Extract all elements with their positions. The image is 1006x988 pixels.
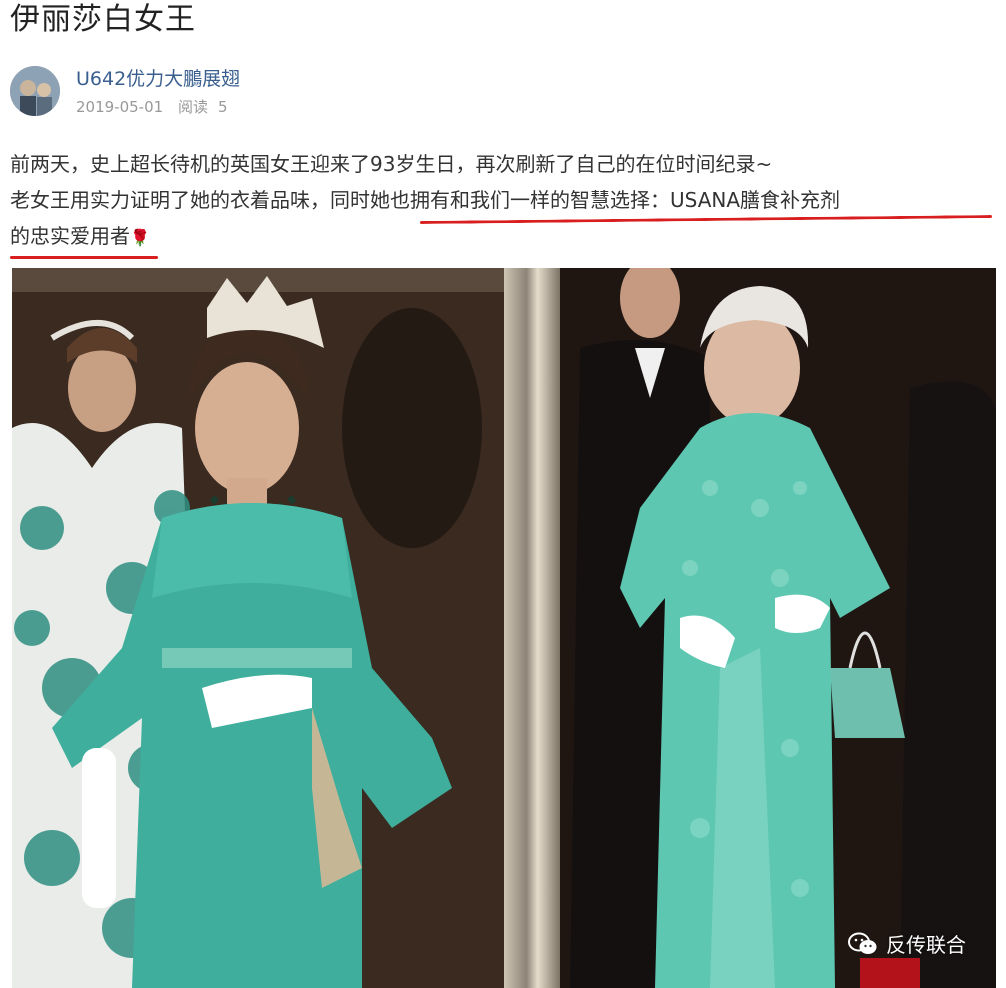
article-page: 伊丽莎白女王 U642优力大鵬展翅 2019-05-01 阅读 5 前两天，史上超…	[0, 0, 1006, 988]
photo-young-queen	[12, 268, 504, 988]
avatar[interactable]	[10, 66, 60, 116]
post-date: 2019-05-01	[76, 98, 164, 116]
wechat-icon	[848, 932, 877, 954]
watermark-text: 反传联合	[886, 933, 966, 957]
post-meta: 2019-05-01 阅读 5	[76, 96, 238, 117]
article-photo: 反传联合	[12, 268, 996, 988]
highlight-underline-2	[10, 256, 158, 259]
rose-emoji: 🌹	[130, 228, 150, 247]
paragraph-line-3: 的忠实爱用者🌹	[10, 218, 1000, 254]
author-name[interactable]: U642优力大鵬展翅	[76, 64, 240, 91]
read-label: 阅读	[177, 98, 208, 116]
photo-older-queen	[560, 268, 996, 988]
paragraph-line-2: 老女王用实力证明了她的衣着品味，同时她也拥有和我们一样的智慧选择：USANA膳食…	[10, 188, 841, 212]
article-body: 前两天，史上超长待机的英国女王迎来了93岁生日，再次刷新了自己的在位时间纪录~ …	[10, 146, 1000, 254]
article-title: 伊丽莎白女王	[10, 2, 196, 37]
author-row: U642优力大鵬展翅 2019-05-01 阅读 5	[10, 62, 610, 118]
paragraph-line-3-text: 的忠实爱用者	[10, 224, 130, 248]
paragraph-line-1: 前两天，史上超长待机的英国女王迎来了93岁生日，再次刷新了自己的在位时间纪录~	[10, 152, 773, 176]
read-count: 5	[217, 98, 228, 116]
photo-divider	[504, 268, 560, 988]
watermark: 反传联合	[848, 929, 966, 958]
